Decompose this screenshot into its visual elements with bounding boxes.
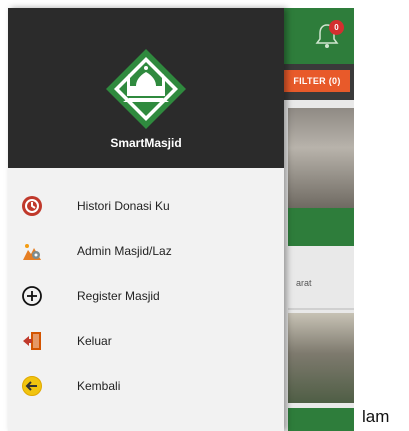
menu-item-histori-donasi[interactable]: Histori Donasi Ku [8, 183, 284, 228]
filter-button[interactable]: FILTER (0) [284, 70, 350, 92]
menu-item-label: Keluar [77, 333, 112, 348]
caption-text: lam [362, 407, 390, 426]
notification-badge: 0 [329, 20, 344, 35]
plus-circle-icon [21, 285, 43, 307]
logout-door-icon [21, 330, 43, 352]
app-name: SmartMasjid [110, 136, 182, 150]
menu-item-admin-masjid[interactable]: Admin Masjid/Laz [8, 228, 284, 273]
menu-item-keluar[interactable]: Keluar [8, 318, 284, 363]
history-donation-icon [21, 195, 43, 217]
drawer-header: SmartMasjid [8, 8, 284, 168]
mosque-photo[interactable] [288, 313, 354, 403]
menu-item-register-masjid[interactable]: Register Masjid [8, 273, 284, 318]
smartmasjid-logo-icon [106, 49, 186, 129]
menu-item-label: Histori Donasi Ku [77, 198, 170, 213]
back-arrow-icon [21, 375, 43, 397]
card-green-band [288, 208, 354, 246]
drawer-menu: Histori Donasi Ku Admin Masjid/Laz Regis… [8, 183, 284, 408]
admin-icon [21, 240, 43, 262]
card-green-band [288, 408, 354, 431]
menu-item-kembali[interactable]: Kembali [8, 363, 284, 408]
menu-item-label: Admin Masjid/Laz [77, 243, 172, 258]
menu-item-label: Kembali [77, 378, 121, 393]
card-divider [288, 308, 354, 310]
mosque-photo[interactable] [288, 108, 354, 208]
navigation-drawer: SmartMasjid Histori Donasi Ku Admin Masj… [8, 8, 284, 431]
menu-item-label: Register Masjid [77, 288, 160, 303]
notification-button[interactable]: 0 [314, 20, 344, 50]
card-text: arat [296, 278, 312, 288]
